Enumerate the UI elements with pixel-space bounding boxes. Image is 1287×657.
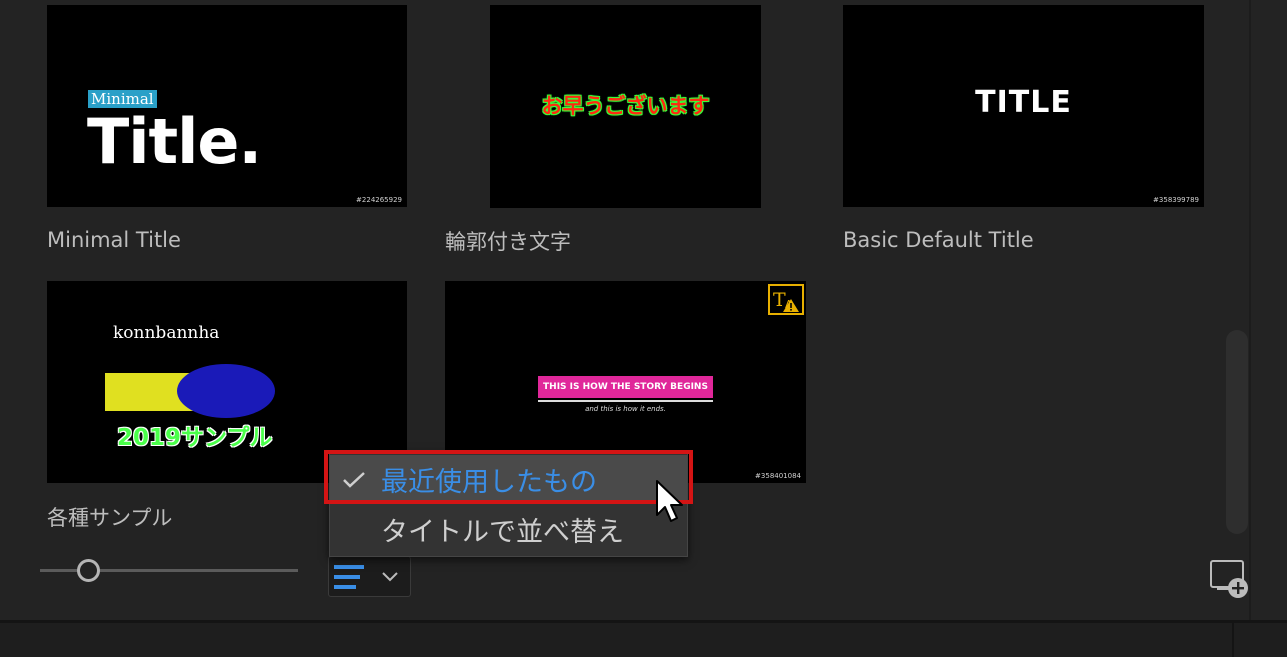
template-thumbnail-basic-default-title[interactable]: TITLE #358399789: [843, 5, 1204, 207]
template-id: #358399789: [1153, 196, 1199, 204]
status-bar: [0, 620, 1287, 657]
basic-title-text: TITLE: [975, 85, 1072, 120]
mouse-cursor-icon: [656, 480, 683, 522]
blue-ellipse-shape: [177, 364, 275, 418]
bottom-divider: [1232, 623, 1234, 657]
sort-dropdown-button[interactable]: [328, 556, 411, 597]
panel-divider: [1249, 0, 1251, 620]
story-headline: THIS IS HOW THE STORY BEGINS: [538, 376, 713, 398]
menu-item-recently-used[interactable]: 最近使用したもの: [330, 455, 687, 501]
list-sort-icon: [334, 565, 364, 589]
story-subline: and this is how it ends.: [585, 405, 666, 413]
menu-item-label: タイトルで並べ替え: [381, 517, 624, 548]
template-label: 各種サンプル: [47, 506, 173, 530]
new-item-icon[interactable]: [1207, 557, 1255, 601]
essential-graphics-panel: Minimal Title. #224265929 Minimal Title …: [0, 0, 1287, 620]
missing-font-warning-icon: T A: [768, 284, 804, 315]
minimal-headline: Title.: [87, 105, 262, 178]
template-id: #224265929: [356, 196, 402, 204]
template-thumbnail-minimal-title[interactable]: Minimal Title. #224265929: [47, 5, 407, 207]
menu-item-sort-by-title[interactable]: タイトルで並べ替え: [330, 505, 687, 551]
template-label: Basic Default Title: [843, 228, 1034, 252]
story-underline: [538, 400, 713, 402]
scrollbar-thumb[interactable]: [1226, 330, 1248, 534]
sample-text: konnbannha: [113, 323, 220, 343]
sort-dropdown-menu: 最近使用したもの タイトルで並べ替え: [329, 451, 688, 557]
sample-green-text: 2019サンプル: [117, 425, 273, 451]
template-id: #358401084: [755, 472, 801, 480]
check-icon: [343, 472, 365, 488]
thumbnail-size-slider-handle[interactable]: [77, 559, 100, 582]
template-label: 輪郭付き文字: [445, 230, 571, 254]
menu-item-label: 最近使用したもの: [381, 467, 597, 498]
template-label: Minimal Title: [47, 228, 181, 252]
chevron-down-icon: [382, 572, 398, 582]
outlined-text: お早うございます: [541, 94, 710, 118]
template-thumbnail-outlined-text[interactable]: お早うございます: [490, 5, 761, 208]
